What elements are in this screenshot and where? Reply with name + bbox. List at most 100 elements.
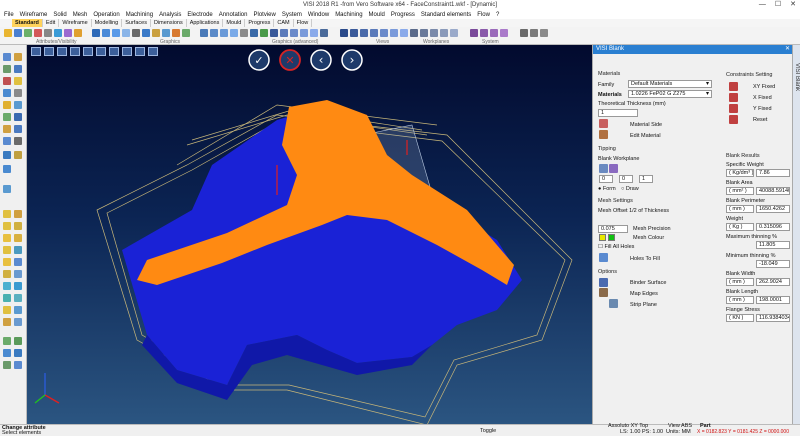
tool-icon-16[interactable] (14, 137, 22, 145)
reset-icon[interactable] (729, 115, 738, 124)
tool-icon-18[interactable] (14, 151, 22, 159)
rotate-icon[interactable] (142, 29, 150, 37)
tool-icon-20[interactable] (3, 185, 11, 193)
menu-mesh[interactable]: Mesh (73, 12, 88, 18)
shade-icon[interactable] (92, 29, 100, 37)
tool-icon-45[interactable] (3, 361, 11, 369)
tool-icon-21[interactable] (3, 210, 11, 218)
xy-fixed-icon[interactable] (729, 82, 738, 91)
graphics-viewport[interactable]: ✓ ✕ ‹ › (27, 45, 592, 424)
tab-cam[interactable]: CAM (274, 19, 294, 27)
tab-standard[interactable]: Standard (12, 19, 43, 27)
tool-icon-12[interactable] (14, 113, 22, 121)
view-icon-11[interactable] (440, 29, 448, 37)
radio-form[interactable]: ● Form (598, 186, 616, 192)
material-side-icon[interactable] (599, 119, 608, 128)
tool-icon-11[interactable] (3, 113, 11, 121)
tool-icon-7[interactable] (3, 89, 11, 97)
clip-icon[interactable] (172, 29, 180, 37)
view-side-icon[interactable] (360, 29, 368, 37)
line-style-icon[interactable] (44, 29, 52, 37)
previous-button[interactable]: ‹ (310, 49, 332, 71)
strip-plane-button[interactable]: Strip Plane (630, 302, 657, 308)
menu-machining[interactable]: Machining (126, 12, 153, 18)
tool-icon-15[interactable] (3, 137, 11, 145)
tool-icon-38[interactable] (14, 306, 22, 314)
fit-icon[interactable] (152, 29, 160, 37)
close-button[interactable]: ✕ (790, 0, 796, 10)
menu-analysis[interactable]: Analysis (159, 12, 181, 18)
graphics-adv-icon-13[interactable] (320, 29, 328, 37)
view-icon-12[interactable] (450, 29, 458, 37)
tool-icon-34[interactable] (14, 282, 22, 290)
zoom-icon[interactable] (122, 29, 130, 37)
tool-icon-5[interactable] (3, 77, 11, 85)
view-icon-7[interactable] (400, 29, 408, 37)
tool-icon-13[interactable] (3, 125, 11, 133)
map-edges-button[interactable]: Map Edges (630, 291, 658, 297)
tab-flow[interactable]: Flow (294, 19, 313, 27)
tool-icon-26[interactable] (14, 234, 22, 242)
map-edges-icon[interactable] (599, 288, 608, 297)
view-top-icon[interactable] (340, 29, 348, 37)
tool-icon-24[interactable] (14, 222, 22, 230)
tool-icon-39[interactable] (3, 318, 11, 326)
x-fixed-button[interactable]: X Fixed (753, 95, 772, 101)
radio-draw[interactable]: ○ Draw (621, 186, 639, 192)
tool-icon-28[interactable] (14, 246, 22, 254)
system-icon-2[interactable] (530, 29, 538, 37)
workplane-z-input[interactable]: 1 (639, 175, 653, 183)
hide-icon[interactable] (64, 29, 72, 37)
workplane-icon-1[interactable] (470, 29, 478, 37)
tool-icon-35[interactable] (3, 294, 11, 302)
menu-wireframe[interactable]: Wireframe (20, 12, 48, 18)
tool-icon-44[interactable] (14, 349, 22, 357)
color-icon[interactable] (34, 29, 42, 37)
tab-edit[interactable]: Edit (43, 19, 60, 27)
tool-icon-32[interactable] (14, 270, 22, 278)
workplane-y-input[interactable]: 0 (619, 175, 633, 183)
minimize-button[interactable]: — (759, 0, 766, 10)
tool-icon-2[interactable] (14, 53, 22, 61)
mesh-precision-input[interactable]: 0.075 (598, 225, 628, 233)
workplane-icon-3[interactable] (490, 29, 498, 37)
view-icon-8[interactable] (410, 29, 418, 37)
tool-icon-37[interactable] (3, 306, 11, 314)
menu-flow[interactable]: Flow (477, 12, 490, 18)
section-icon[interactable] (162, 29, 170, 37)
graphics-adv-icon-9[interactable] (280, 29, 288, 37)
menu-annotation[interactable]: Annotation (219, 12, 248, 18)
workplane-icon-2[interactable] (480, 29, 488, 37)
menu-operation[interactable]: Operation (93, 12, 119, 18)
materials-select[interactable]: 1.0226 FeP02 G Z275 (628, 90, 712, 98)
y-fixed-icon[interactable] (729, 104, 738, 113)
menu-plotview[interactable]: Plotview (253, 12, 275, 18)
system-icon-1[interactable] (520, 29, 528, 37)
tab-applications[interactable]: Applications (187, 19, 224, 27)
holes-to-fill-icon[interactable] (599, 253, 608, 262)
view-icon-5[interactable] (380, 29, 388, 37)
tool-icon-14[interactable] (14, 125, 22, 133)
view-icon-10[interactable] (430, 29, 438, 37)
tool-icon-31[interactable] (3, 270, 11, 278)
tool-icon-41[interactable] (3, 337, 11, 345)
side-tab-visi-blank[interactable]: VISI Blank (794, 63, 800, 91)
tool-icon-46[interactable] (14, 361, 22, 369)
tab-dimensions[interactable]: Dimensions (151, 19, 187, 27)
visibility-icon[interactable] (54, 29, 62, 37)
tool-icon-22[interactable] (14, 210, 22, 218)
menu-help[interactable]: ? (496, 12, 499, 18)
menu-system[interactable]: System (282, 12, 302, 18)
xy-fixed-button[interactable]: XY Fixed (753, 84, 775, 90)
tool-icon-29[interactable] (3, 258, 11, 266)
show-icon[interactable] (74, 29, 82, 37)
reset-button[interactable]: Reset (753, 117, 767, 123)
tab-mould[interactable]: Mould (223, 19, 246, 27)
tool-icon-3[interactable] (3, 65, 11, 73)
graphics-adv-icon-8[interactable] (270, 29, 278, 37)
mesh-colour-swatch-2[interactable] (608, 234, 615, 241)
tool-icon-43[interactable] (3, 349, 11, 357)
menu-electrode[interactable]: Electrode (187, 12, 212, 18)
workplane-edit-icon[interactable] (609, 164, 618, 173)
x-fixed-icon[interactable] (729, 93, 738, 102)
